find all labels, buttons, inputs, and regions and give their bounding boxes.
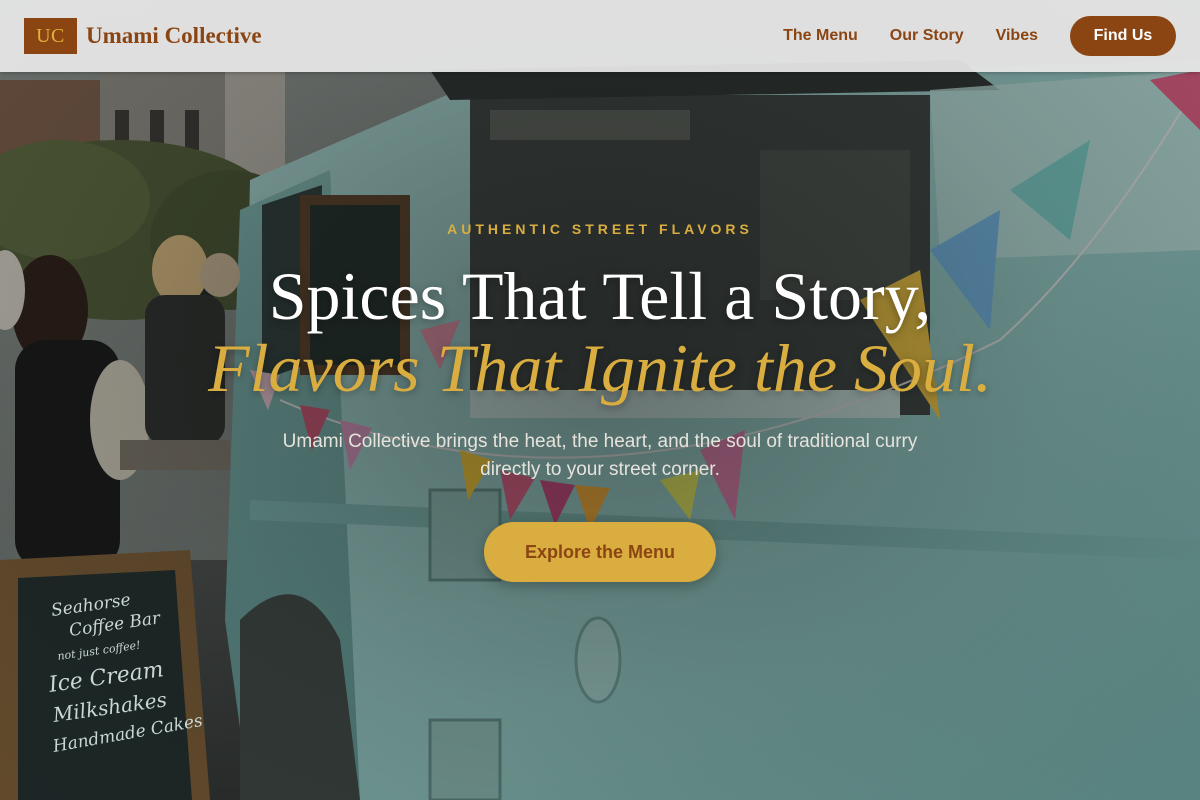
hero-headline-line1: Spices That Tell a Story, (268, 258, 932, 334)
explore-menu-button[interactable]: Explore the Menu (484, 522, 716, 582)
logo-mark: UC (24, 18, 77, 54)
nav-link-vibes[interactable]: Vibes (996, 16, 1038, 56)
brand-name: Umami Collective (86, 23, 262, 48)
find-us-button[interactable]: Find Us (1070, 16, 1176, 56)
main-nav: The Menu Our Story Vibes Find Us (783, 16, 1176, 56)
logo-link[interactable]: UC Umami Collective (24, 18, 262, 54)
hero-section: AUTHENTIC STREET FLAVORS Spices That Tel… (0, 0, 1200, 800)
page: Seahorse Coffee Bar not just coffee! Ice… (0, 0, 1200, 800)
nav-link-menu[interactable]: The Menu (783, 16, 858, 56)
site-header: UC Umami Collective The Menu Our Story V… (0, 0, 1200, 72)
hero-subtext: Umami Collective brings the heat, the he… (282, 431, 918, 480)
nav-link-our-story[interactable]: Our Story (890, 16, 964, 56)
hero-eyebrow: AUTHENTIC STREET FLAVORS (447, 221, 753, 237)
hero-headline-line2: Flavors That Ignite the Soul. (208, 330, 992, 406)
